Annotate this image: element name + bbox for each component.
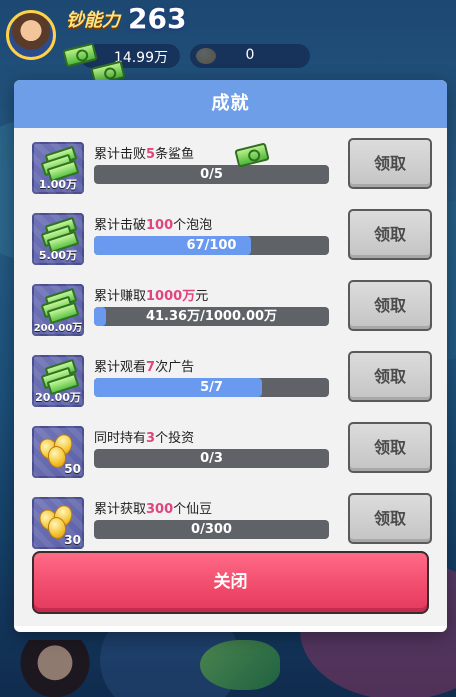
claim-button[interactable]: 领取 <box>348 280 432 331</box>
reward-amount: 20.00万 <box>35 391 81 404</box>
reward-icon: 20.00万 <box>32 355 84 407</box>
top-hud: 钞能力 263 14.99万 0 <box>0 0 456 80</box>
achievement-title: 累计击破100个泡泡 <box>94 218 213 233</box>
progress-bar: 0/5 <box>94 165 329 184</box>
achievement-title: 累计获取300个仙豆 <box>94 502 213 517</box>
achievement-row: 50 同时持有3个投资 0/3 领取 <box>14 419 447 490</box>
progress-text: 5/7 <box>200 380 223 395</box>
progress-bar: 41.36万/1000.00万 <box>94 307 329 326</box>
power-label: 钞能力 <box>66 10 120 31</box>
reward-amount: 50 <box>64 462 81 476</box>
claim-button[interactable]: 领取 <box>348 138 432 189</box>
achievement-title: 同时持有3个投资 <box>94 431 195 446</box>
achievement-row: 200.00万 累计赚取1000万元 41.36万/1000.00万 领取 <box>14 277 447 348</box>
claim-button[interactable]: 领取 <box>348 209 432 260</box>
claim-button[interactable]: 领取 <box>348 351 432 402</box>
player-avatar[interactable] <box>6 10 56 60</box>
progress-text: 0/5 <box>200 167 223 182</box>
achievement-row: 5.00万 累计击破100个泡泡 67/100 领取 <box>14 206 447 277</box>
cash-stack-icon <box>40 358 80 396</box>
reward-amount: 1.00万 <box>38 178 78 191</box>
progress-text: 0/300 <box>191 522 232 537</box>
reward-amount: 30 <box>64 533 81 547</box>
power-value: 263 <box>128 2 187 35</box>
progress-bar: 67/100 <box>94 236 329 255</box>
progress-bar: 5/7 <box>94 378 329 397</box>
reward-amount: 200.00万 <box>33 323 83 334</box>
progress-text: 41.36万/1000.00万 <box>145 309 278 324</box>
achievement-row: 1.00万 累计击败5条鲨鱼 0/5 领取 <box>14 135 447 206</box>
achievement-title: 累计观看7次广告 <box>94 360 195 375</box>
progress-text: 67/100 <box>186 238 237 253</box>
achievement-title: 累计赚取1000万元 <box>94 289 209 304</box>
dialog-title: 成就 <box>14 80 447 128</box>
reward-icon: 50 <box>32 426 84 478</box>
progress-bar: 0/3 <box>94 449 329 468</box>
cash-stack-icon <box>40 145 80 183</box>
cash-stack-icon <box>40 287 80 325</box>
achievements-dialog: 成就 1.00万 累计击败5条鲨鱼 0/5 领取 5.00万 累计击破100个泡… <box>14 80 447 632</box>
cash-stack-icon <box>40 216 80 254</box>
progress-text: 0/3 <box>200 451 223 466</box>
reward-icon: 1.00万 <box>32 142 84 194</box>
reward-amount: 5.00万 <box>38 249 78 262</box>
claim-button[interactable]: 领取 <box>348 493 432 544</box>
bean-counter: 0 <box>190 44 310 68</box>
bean-icon <box>35 502 78 541</box>
claim-button[interactable]: 领取 <box>348 422 432 473</box>
reward-icon: 5.00万 <box>32 213 84 265</box>
bean-icon <box>35 431 78 470</box>
reward-icon: 200.00万 <box>32 284 84 336</box>
progress-bar: 0/300 <box>94 520 329 539</box>
close-button[interactable]: 关闭 <box>32 551 429 614</box>
reward-icon: 30 <box>32 497 84 549</box>
achievement-row: 20.00万 累计观看7次广告 5/7 领取 <box>14 348 447 419</box>
achievement-title: 累计击败5条鲨鱼 <box>94 147 195 162</box>
